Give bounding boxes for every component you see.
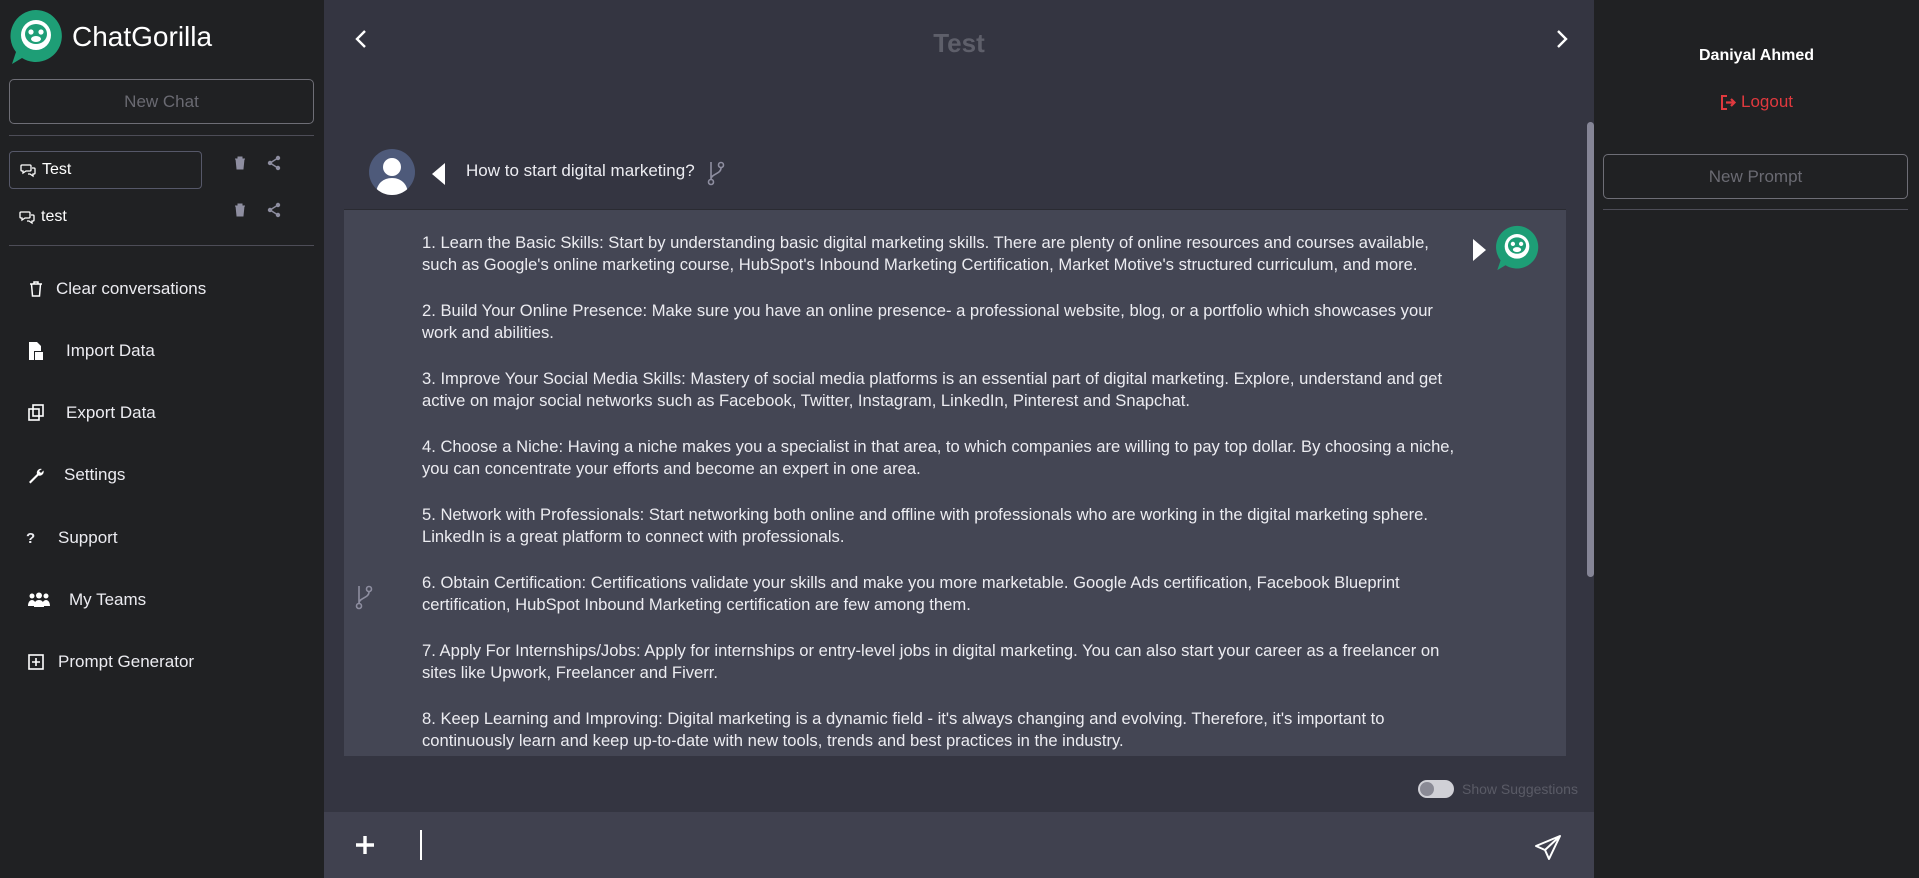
toggle-switch[interactable] [1418, 780, 1454, 798]
team-icon [26, 590, 52, 610]
send-icon[interactable] [1534, 834, 1562, 862]
message-input[interactable] [420, 830, 1420, 860]
app-name: ChatGorilla [72, 21, 213, 52]
export-icon [26, 403, 46, 423]
branch-icon[interactable] [706, 160, 726, 186]
menu-label: Support [58, 528, 118, 547]
bot-paragraph: 5. Network with Professionals: Start net… [422, 505, 1428, 546]
right-panel: Daniyal Ahmed Logout New Prompt [1594, 0, 1919, 878]
menu-label: Clear conversations [56, 279, 207, 298]
show-suggestions-toggle[interactable]: Show Suggestions [1418, 780, 1578, 798]
plus-icon[interactable] [354, 834, 376, 856]
message-input-bar [324, 812, 1594, 878]
divider [1603, 209, 1908, 210]
previous-version-arrow[interactable] [432, 163, 445, 185]
menu-label: Export Data [66, 403, 156, 422]
bot-message-row: 1. Learn the Basic Skills: Start by unde… [344, 210, 1566, 756]
user-message-text: How to start digital marketing? [466, 161, 695, 180]
chat-title: Test [933, 28, 985, 58]
main-chat-panel: Test How to start digital marketing? 1. … [324, 0, 1594, 878]
user-name: Daniyal Ahmed [1699, 47, 1814, 64]
prompt-generator-button[interactable]: Prompt Generator [26, 652, 194, 672]
new-chat-button[interactable]: New Chat [9, 79, 314, 124]
chat-bubbles-icon [20, 164, 36, 178]
conversation-actions [232, 202, 282, 218]
trash-icon[interactable] [232, 202, 248, 218]
my-teams-button[interactable]: My Teams [26, 590, 146, 610]
share-icon[interactable] [266, 155, 282, 171]
logout-button[interactable]: Logout [1594, 92, 1919, 112]
wrench-icon [26, 465, 46, 485]
chat-bubbles-icon [19, 211, 35, 225]
conversation-label: Test [42, 161, 72, 178]
support-button[interactable]: ? Support [26, 528, 118, 548]
avatar [369, 149, 415, 195]
conversation-item-test-2[interactable]: test [9, 198, 202, 236]
gorilla-logo-icon [10, 10, 62, 64]
conversation-actions [232, 155, 282, 171]
branch-icon[interactable] [354, 584, 374, 610]
new-prompt-button[interactable]: New Prompt [1603, 154, 1908, 199]
menu-label: Import Data [66, 341, 155, 360]
menu-label: Settings [64, 465, 126, 484]
trash-icon [26, 279, 46, 299]
import-data-button[interactable]: Import Data [26, 341, 155, 361]
divider [9, 135, 314, 136]
divider [9, 245, 314, 246]
settings-button[interactable]: Settings [26, 465, 125, 485]
trash-icon[interactable] [232, 155, 248, 171]
export-data-button[interactable]: Export Data [26, 403, 156, 423]
import-icon [26, 341, 46, 361]
next-version-arrow[interactable] [1473, 239, 1486, 261]
bot-paragraph: 3. Improve Your Social Media Skills: Mas… [422, 369, 1443, 410]
logout-icon [1721, 94, 1737, 110]
bot-message-text: 1. Learn the Basic Skills: Start by unde… [422, 232, 1462, 756]
left-sidebar: ChatGorilla New Chat Test test Clear con… [0, 0, 324, 878]
share-icon[interactable] [266, 202, 282, 218]
question-icon: ? [26, 529, 36, 547]
gorilla-bot-icon [1496, 225, 1539, 271]
chat-scrollbar[interactable] [1587, 122, 1594, 577]
conversation-item-test[interactable]: Test [9, 151, 202, 189]
bot-paragraph: 7. Apply For Internships/Jobs: Apply for… [422, 641, 1440, 682]
bot-paragraph: 6. Obtain Certification: Certifications … [422, 573, 1400, 614]
bot-paragraph: 1. Learn the Basic Skills: Start by unde… [422, 233, 1429, 274]
menu-label: Prompt Generator [58, 652, 195, 671]
bot-paragraph: 8. Keep Learning and Improving: Digital … [422, 709, 1385, 750]
logout-label: Logout [1741, 92, 1793, 111]
show-suggestions-label: Show Suggestions [1462, 781, 1578, 797]
user-message-row: How to start digital marketing? [344, 134, 1566, 210]
bot-paragraph: 2. Build Your Online Presence: Make sure… [422, 301, 1433, 342]
chevron-right-icon[interactable] [1550, 28, 1572, 50]
menu-label: My Teams [69, 590, 147, 609]
plus-square-icon [26, 652, 46, 672]
chat-messages[interactable]: How to start digital marketing? 1. Learn… [344, 134, 1586, 756]
user-avatar-icon [376, 158, 408, 195]
clear-conversations-button[interactable]: Clear conversations [26, 279, 206, 299]
brand[interactable]: ChatGorilla [8, 8, 212, 66]
conversation-label: test [41, 208, 67, 225]
bot-paragraph: 4. Choose a Niche: Having a niche makes … [422, 437, 1455, 478]
